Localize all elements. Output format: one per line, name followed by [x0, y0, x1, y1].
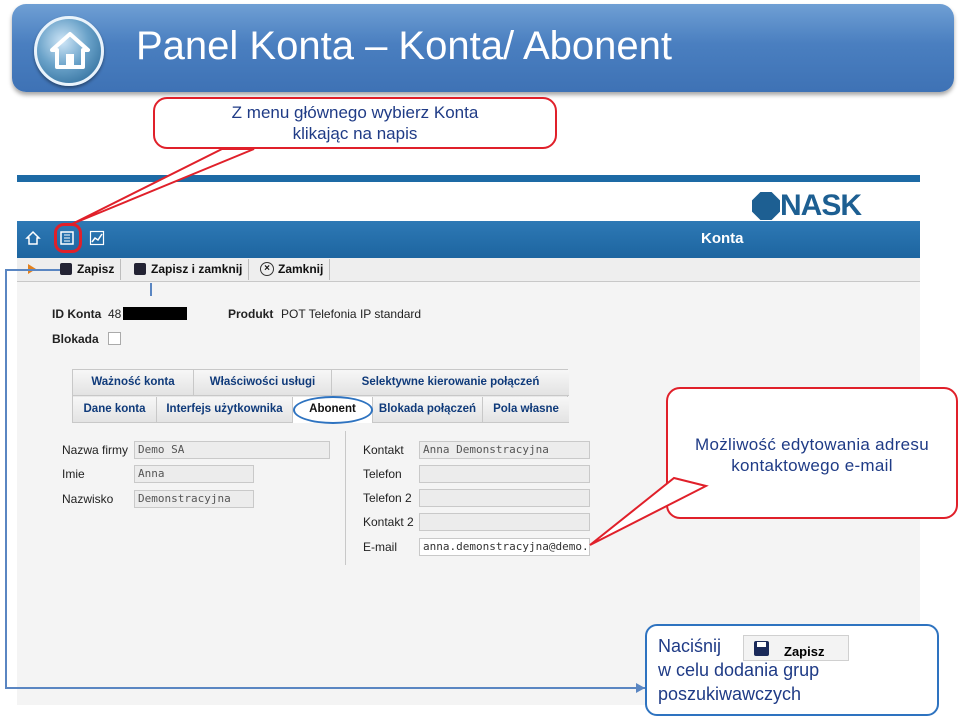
instruction-callout-menu: Z menu głównego wybierz Konta klikając n… — [153, 97, 557, 149]
callout-text: poszukiwawczych — [658, 684, 802, 704]
expand-arrow-icon[interactable] — [28, 264, 36, 274]
save-icon — [134, 263, 146, 275]
save-label: Zapisz — [77, 262, 115, 276]
save-and-close-button[interactable]: Zapisz i zamknij — [127, 259, 250, 280]
page-title: Konta — [701, 230, 744, 247]
close-icon: × — [260, 262, 274, 276]
form-divider — [345, 431, 346, 565]
last-name-label: Nazwisko — [62, 492, 114, 506]
callout-text: Z menu głównego wybierz Konta — [231, 103, 479, 122]
instruction-callout-save: Naciśnij Zapisz w celu dodania grup posz… — [645, 624, 939, 716]
callout-text: klikając na napis — [292, 124, 418, 143]
highlight-ring-subscriber-tab — [293, 396, 373, 424]
company-name-field[interactable]: Demo SA — [134, 441, 330, 459]
slide-title: Panel Konta – Konta/ Abonent — [136, 24, 672, 68]
save-label: Zapisz — [784, 644, 825, 659]
save-button[interactable]: Zapisz — [53, 259, 122, 280]
block-checkbox[interactable] — [108, 332, 121, 345]
tab-call-blocking[interactable]: Blokada połączeń — [373, 397, 483, 423]
account-id-value: 48 — [108, 307, 122, 321]
product-label: Produkt — [228, 307, 274, 321]
nask-logo-icon — [752, 192, 780, 220]
save-icon — [60, 263, 72, 275]
tab-service-properties[interactable]: Właściwości usługi — [194, 370, 332, 396]
save-icon — [754, 641, 769, 656]
save-button-illustration: Zapisz — [743, 635, 849, 661]
block-label: Blokada — [52, 332, 99, 346]
home-icon[interactable] — [24, 230, 42, 248]
callout-text: Możliwość edytowania adresu — [695, 435, 929, 454]
tab-account-data[interactable]: Dane konta — [73, 397, 157, 423]
callout-text: kontaktowego e-mail — [731, 456, 893, 475]
tab-selective-routing[interactable]: Selektywne kierowanie połączeń — [332, 370, 569, 396]
contact2-label: Kontakt 2 — [363, 515, 414, 529]
slide-title-bar: Panel Konta – Konta/ Abonent — [12, 4, 954, 92]
phone2-label: Telefon 2 — [363, 491, 412, 505]
main-menu-bar: Konta — [17, 221, 920, 258]
tab-account-validity[interactable]: Ważność konta — [73, 370, 194, 396]
save-close-label: Zapisz i zamknij — [151, 262, 243, 276]
highlight-ring-accounts — [54, 223, 82, 253]
email-field[interactable]: anna.demonstracyjna@demo. — [419, 538, 590, 556]
instruction-callout-email: Możliwość edytowania adresu kontaktowego… — [666, 387, 958, 519]
company-name-label: Nazwa firmy — [62, 443, 129, 457]
first-name-label: Imie — [62, 467, 85, 481]
app-header: NASK — [17, 175, 920, 222]
phone-field[interactable] — [419, 465, 590, 483]
tab-user-interface[interactable]: Interfejs użytkownika — [157, 397, 293, 423]
phone-label: Telefon — [363, 467, 402, 481]
phone2-field[interactable] — [419, 489, 590, 507]
close-button[interactable]: × Zamknij — [254, 259, 331, 280]
statistics-chart-icon[interactable] — [88, 230, 106, 248]
redaction-bar — [123, 307, 187, 320]
toolbar: Zapisz Zapisz i zamknij × Zamknij — [17, 258, 920, 282]
account-id-label: ID Konta — [52, 307, 102, 321]
last-name-field[interactable]: Demonstracyjna — [134, 490, 254, 508]
first-name-field[interactable]: Anna — [134, 465, 254, 483]
email-label: E-mail — [363, 540, 398, 554]
contact-label: Kontakt — [363, 443, 404, 457]
home-icon — [34, 16, 104, 86]
product-value: POT Telefonia IP standard — [281, 307, 422, 321]
contact-field[interactable]: Anna Demonstracyjna — [419, 441, 590, 459]
contact2-field[interactable] — [419, 513, 590, 531]
tab-custom-fields[interactable]: Pola własne — [483, 397, 569, 423]
close-label: Zamknij — [278, 262, 324, 276]
logo-text: NASK — [780, 189, 862, 222]
